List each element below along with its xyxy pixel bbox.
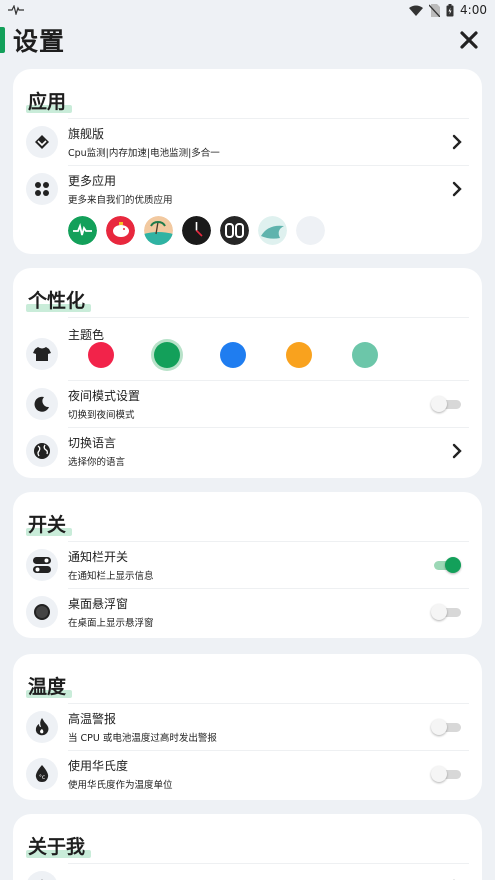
diamond-icon-circle bbox=[26, 126, 58, 158]
language-row[interactable]: 切换语言 选择你的语言 bbox=[26, 428, 469, 474]
record-dot-icon bbox=[34, 604, 50, 620]
night-mode-row[interactable]: 夜间模式设置 切换到夜间模式 bbox=[26, 381, 469, 427]
notification-row[interactable]: 通知栏开关 在通知栏上显示信息 bbox=[26, 542, 469, 588]
high-temp-alert-subtitle: 当 CPU 或电池温度过高时发出警报 bbox=[68, 733, 217, 744]
chevron-right-icon[interactable] bbox=[449, 443, 465, 459]
personalize-card: 个性化 主题色 夜间模式设置 切换到夜间模式 切换语言 选择你的语言 bbox=[13, 268, 482, 478]
battery-icon bbox=[446, 3, 454, 16]
svg-text:°c: °c bbox=[39, 774, 45, 781]
notification-toggle[interactable] bbox=[431, 557, 461, 573]
activity-icon bbox=[8, 5, 24, 15]
chevron-right-icon[interactable] bbox=[449, 181, 465, 197]
night-mode-title: 夜间模式设置 bbox=[68, 389, 141, 403]
theme-swatch-green[interactable] bbox=[154, 342, 180, 368]
section-title-personalize: 个性化 bbox=[26, 286, 92, 313]
star-icon-circle bbox=[26, 871, 58, 880]
globe-icon-circle bbox=[26, 435, 58, 467]
section-title-apps: 应用 bbox=[26, 87, 73, 114]
fahrenheit-toggle[interactable] bbox=[431, 766, 461, 782]
wifi-icon bbox=[409, 5, 424, 16]
apps-card: 应用 旗舰版 Cpu监测|内存加速|电池监测|多合一 更多应用 更多来自我们的优… bbox=[13, 69, 482, 254]
notification-title: 通知栏开关 bbox=[68, 550, 129, 564]
grid-icon-circle bbox=[26, 173, 58, 205]
night-mode-toggle[interactable] bbox=[431, 396, 461, 412]
top-bar: 设置 bbox=[0, 20, 495, 60]
shirt-icon bbox=[33, 347, 51, 361]
more-apps-title: 更多应用 bbox=[68, 174, 117, 188]
beach-app-icon[interactable] bbox=[144, 216, 173, 245]
theme-swatch-teal[interactable] bbox=[352, 342, 378, 368]
flagship-row[interactable]: 旗舰版 Cpu监测|内存加速|电池监测|多合一 bbox=[26, 119, 469, 165]
switch-icon bbox=[33, 557, 51, 573]
status-bar: 4:00 bbox=[0, 0, 495, 20]
switches-card: 开关 通知栏开关 在通知栏上显示信息 桌面悬浮窗 在桌面上显示悬浮窗 bbox=[13, 492, 482, 638]
theme-swatch-blue[interactable] bbox=[220, 342, 246, 368]
divider bbox=[68, 317, 469, 318]
fahrenheit-row[interactable]: °c 使用华氏度 使用华氏度作为温度单位 bbox=[26, 751, 469, 797]
chevron-right-icon[interactable] bbox=[449, 134, 465, 150]
diamond-icon bbox=[35, 135, 49, 149]
page-title: 设置 bbox=[13, 27, 66, 56]
switch-icon-circle bbox=[26, 549, 58, 581]
high-temp-alert-title: 高温警报 bbox=[68, 712, 117, 726]
language-subtitle: 选择你的语言 bbox=[68, 457, 126, 468]
floating-window-subtitle: 在桌面上显示悬浮窗 bbox=[68, 618, 154, 629]
no-sim-icon bbox=[429, 3, 441, 17]
shirt-icon-circle bbox=[26, 338, 58, 370]
more-apps-subtitle: 更多来自我们的优质应用 bbox=[68, 195, 173, 206]
fahrenheit-subtitle: 使用华氏度作为温度单位 bbox=[68, 780, 173, 791]
globe-icon bbox=[34, 443, 50, 459]
rate-row[interactable]: 评分 bbox=[26, 864, 469, 880]
fahrenheit-title: 使用华氏度 bbox=[68, 759, 129, 773]
close-icon[interactable] bbox=[457, 28, 481, 52]
grid-dots-icon bbox=[35, 182, 49, 196]
pulse-app-icon[interactable] bbox=[68, 216, 97, 245]
theme-swatch-red[interactable] bbox=[88, 342, 114, 368]
moon-icon-circle bbox=[26, 388, 58, 420]
theme-swatch-orange[interactable] bbox=[286, 342, 312, 368]
notification-subtitle: 在通知栏上显示信息 bbox=[68, 571, 154, 582]
flame-icon-circle bbox=[26, 711, 58, 743]
droplet-icon-circle: °c bbox=[26, 758, 58, 790]
dot-icon-circle bbox=[26, 596, 58, 628]
floating-window-title: 桌面悬浮窗 bbox=[68, 597, 129, 611]
language-title: 切换语言 bbox=[68, 436, 117, 450]
floating-window-row[interactable]: 桌面悬浮窗 在桌面上显示悬浮窗 bbox=[26, 589, 469, 635]
high-temp-alert-toggle[interactable] bbox=[431, 719, 461, 735]
more-apps-row[interactable]: 更多应用 更多来自我们的优质应用 bbox=[26, 166, 469, 212]
theme-color-picker bbox=[88, 342, 406, 368]
digits-app-icon[interactable] bbox=[220, 216, 249, 245]
theme-color-label: 主题色 bbox=[68, 327, 105, 342]
temperature-card: 温度 高温警报 当 CPU 或电池温度过高时发出警报 °c 使用华氏度 使用华氏… bbox=[13, 654, 482, 800]
title-accent bbox=[0, 27, 5, 53]
flagship-title: 旗舰版 bbox=[68, 127, 105, 141]
floating-window-toggle[interactable] bbox=[431, 604, 461, 620]
section-title-about: 关于我 bbox=[26, 832, 92, 859]
wave-app-icon[interactable] bbox=[258, 216, 287, 245]
section-title-switches: 开关 bbox=[26, 510, 73, 537]
blank-app-icon[interactable] bbox=[296, 216, 325, 245]
about-card: 关于我 评分 bbox=[13, 814, 482, 880]
night-mode-subtitle: 切换到夜间模式 bbox=[68, 410, 135, 421]
moon-icon bbox=[34, 396, 49, 412]
high-temp-alert-row[interactable]: 高温警报 当 CPU 或电池温度过高时发出警报 bbox=[26, 704, 469, 750]
piggy-app-icon[interactable] bbox=[106, 216, 135, 245]
fahrenheit-droplet-icon: °c bbox=[35, 765, 49, 782]
section-title-temperature: 温度 bbox=[26, 672, 73, 699]
app-icons-row bbox=[68, 216, 469, 245]
flagship-subtitle: Cpu监测|内存加速|电池监测|多合一 bbox=[68, 148, 220, 159]
clock-app-icon[interactable] bbox=[182, 216, 211, 245]
flame-icon bbox=[35, 718, 49, 736]
clock-text: 4:00 bbox=[460, 3, 487, 17]
